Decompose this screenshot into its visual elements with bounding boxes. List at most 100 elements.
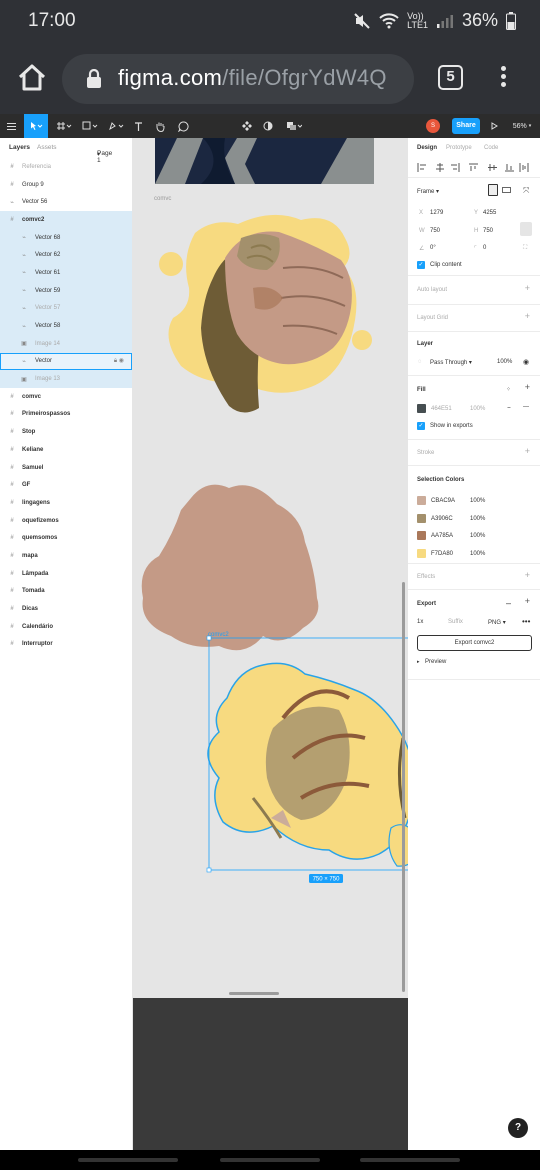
nav-home[interactable] [220,1158,320,1162]
frame-type-dropdown[interactable]: Frame ▾ [417,188,439,195]
show-in-exports-checkbox[interactable]: ✓ [417,422,425,430]
layer-row[interactable]: ⌁ Vector 61 [0,264,132,282]
components-icon[interactable] [240,114,254,138]
layer-row[interactable]: # oquefizemos [0,512,132,530]
boolean-ops-icon[interactable] [283,114,305,138]
rotation-input[interactable]: 0° [430,245,436,251]
clip-content-checkbox[interactable]: ✓ [417,261,425,269]
y-input[interactable]: 4255 [483,210,496,216]
add-layout-grid-icon[interactable]: + [525,311,530,321]
layer-row[interactable]: # comvc [0,388,132,406]
eye-icon[interactable]: ◉ [523,358,529,366]
tab-code[interactable]: Code [484,145,498,151]
fist-illustration[interactable] [159,214,372,413]
x-input[interactable]: 1279 [430,210,443,216]
resize-to-fit-icon[interactable]: ⤧ [523,186,529,196]
home-icon[interactable] [16,62,48,94]
resize-handle-tl[interactable] [206,635,212,641]
landscape-icon[interactable] [502,187,511,193]
layer-row[interactable]: ⌁ Vector 57 [0,299,132,318]
layer-row[interactable]: ⌁ Vector 58 [0,317,132,335]
layer-row[interactable]: # Tomada [0,583,132,601]
layer-row[interactable]: # Samuel [0,459,132,477]
resize-handle-bl[interactable] [206,867,212,873]
comment-tool-icon[interactable] [175,114,191,138]
tab-switcher-button[interactable]: 5 [438,65,463,90]
color-swatch[interactable] [417,549,426,559]
blend-mode-dropdown[interactable]: Pass Through ▾ [430,359,472,366]
layer-row[interactable]: # Dicas [0,600,132,618]
color-swatch[interactable] [417,513,426,523]
add-fill-icon[interactable]: + [525,382,530,392]
layer-row[interactable]: # quemsomos [0,529,132,547]
layer-row[interactable]: ▣ Image 14 [0,334,132,353]
layer-row[interactable]: # Lâmpada [0,565,132,583]
fill-hex[interactable]: 464E51 [431,406,452,412]
export-settings-icon[interactable]: ••• [522,617,530,626]
color-swatch[interactable] [417,496,426,505]
independent-corners-icon[interactable]: ⛶ [523,245,527,252]
frame-label-comvc[interactable]: comvc [154,196,171,202]
pen-tool-icon[interactable] [106,114,126,138]
fill-opacity[interactable]: 100% [470,406,485,412]
layer-row[interactable]: # Calendário [0,618,132,636]
color-swatch[interactable] [417,531,426,541]
hand-tool-icon[interactable] [152,114,168,138]
main-menu-icon[interactable] [2,114,20,138]
lock-visibility-icon[interactable]: 🔒︎ ◉ [114,357,124,365]
frame-tool-icon[interactable] [54,114,74,138]
export-suffix-input[interactable]: Suffix [448,619,463,625]
layer-row[interactable]: # Referencia [0,158,132,176]
export-scale[interactable]: 1x [417,619,423,625]
tab-layers[interactable]: Layers [9,144,30,151]
avatar[interactable]: S [426,119,440,133]
layer-row[interactable]: ▣ Image 13 [0,370,132,388]
nav-back[interactable] [78,1158,178,1162]
constrain-proportions-icon[interactable] [520,222,532,236]
nav-recents[interactable] [360,1158,460,1162]
tab-prototype[interactable]: Prototype [446,145,472,151]
color-opacity[interactable]: 100% [470,516,485,522]
layer-row[interactable]: # lingagens [0,494,132,512]
color-hex[interactable]: F7DA80 [431,551,453,557]
color-hex[interactable]: AA785A [431,533,453,539]
selected-frame-artwork[interactable] [207,662,408,867]
color-opacity[interactable]: 100% [470,551,485,557]
layer-row[interactable]: # Group 9 [0,176,132,194]
chevron-right-icon[interactable]: ▸ [417,659,420,665]
portrait-icon[interactable] [488,184,498,196]
color-hex[interactable]: CBAC9A [431,498,455,504]
radius-input[interactable]: 0 [483,245,486,251]
align-toolbar-icon[interactable] [417,163,529,172]
canvas-scrollbar[interactable] [402,582,405,992]
export-format-dropdown[interactable]: PNG ▾ [488,619,506,626]
visibility-hidden-icon[interactable]: ⌣ [507,405,511,412]
width-input[interactable]: 750 [430,228,440,234]
remove-fill-icon[interactable]: — [523,404,529,410]
share-button[interactable]: Share [452,118,480,134]
layer-row[interactable]: ⌁ Vector 59 [0,281,132,300]
layer-opacity-input[interactable]: 100% [497,359,512,365]
bottom-sheet-handle[interactable] [229,992,279,995]
layer-row[interactable]: # GF [0,476,132,494]
layer-row[interactable]: ⌁ Vector 56 [0,193,132,211]
layer-row[interactable]: ⌁ Vector 68 [0,228,132,247]
remove-export-icon[interactable]: – [506,598,511,608]
present-icon[interactable] [487,114,501,138]
add-export-icon[interactable]: + [525,596,530,606]
canvas[interactable]: comvc comvc2 750 × 750 [133,138,408,998]
export-button[interactable]: Export comvc2 [417,635,532,651]
add-auto-layout-icon[interactable]: + [525,283,530,293]
color-opacity[interactable]: 100% [470,533,485,539]
color-opacity[interactable]: 100% [470,498,485,504]
tab-design[interactable]: Design [417,145,437,151]
mask-icon[interactable] [261,114,275,138]
layer-row[interactable]: # Stop [0,423,132,441]
help-button[interactable]: ? [508,1118,528,1138]
move-tool-icon[interactable] [24,114,48,138]
layer-row[interactable]: # Interruptor [0,636,132,654]
fist-silhouette[interactable] [141,484,319,651]
text-tool-icon[interactable] [131,114,145,138]
layer-row[interactable]: # Primeirospassos [0,406,132,424]
zoom-dropdown[interactable]: 56% ▾ [508,114,536,138]
